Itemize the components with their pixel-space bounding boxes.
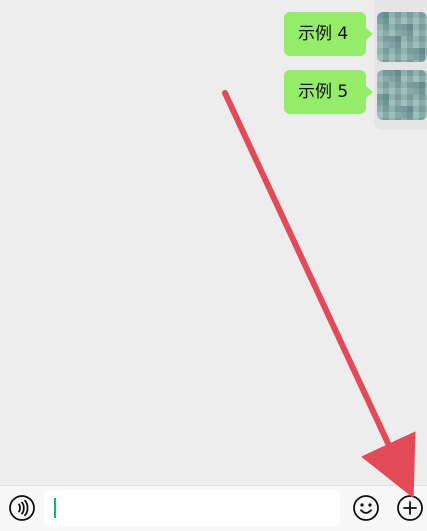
voice-icon: [9, 495, 35, 521]
message-input[interactable]: [44, 490, 340, 526]
avatar-pixel-block: [389, 70, 401, 82]
avatar[interactable]: [377, 12, 427, 62]
avatar-pixel-block: [377, 94, 389, 106]
text-cursor: [54, 498, 56, 518]
voice-button[interactable]: [8, 494, 36, 522]
avatar[interactable]: [377, 70, 427, 120]
plus-button[interactable]: [396, 494, 424, 522]
avatar-pixel-block: [401, 24, 413, 36]
plus-icon: [397, 495, 423, 521]
message-text: 示例 5: [298, 82, 349, 102]
avatar-pixel-block: [389, 36, 401, 48]
message-row: 示例 5: [227, 70, 427, 120]
avatar-pixel-block: [413, 82, 425, 94]
avatar-pixel-block: [413, 48, 425, 60]
chat-input-bar: [0, 485, 427, 531]
message-row: 示例 4: [227, 12, 427, 62]
avatar-pixel-block: [401, 106, 413, 118]
message-text: 示例 4: [298, 24, 349, 44]
emoji-button[interactable]: [352, 494, 380, 522]
avatar-pixel-block: [377, 12, 389, 24]
chat-area: 示例 4 示例 5: [0, 0, 427, 485]
message-bubble[interactable]: 示例 4: [284, 12, 373, 56]
message-bubble[interactable]: 示例 5: [284, 70, 373, 114]
emoji-icon: [353, 495, 379, 521]
